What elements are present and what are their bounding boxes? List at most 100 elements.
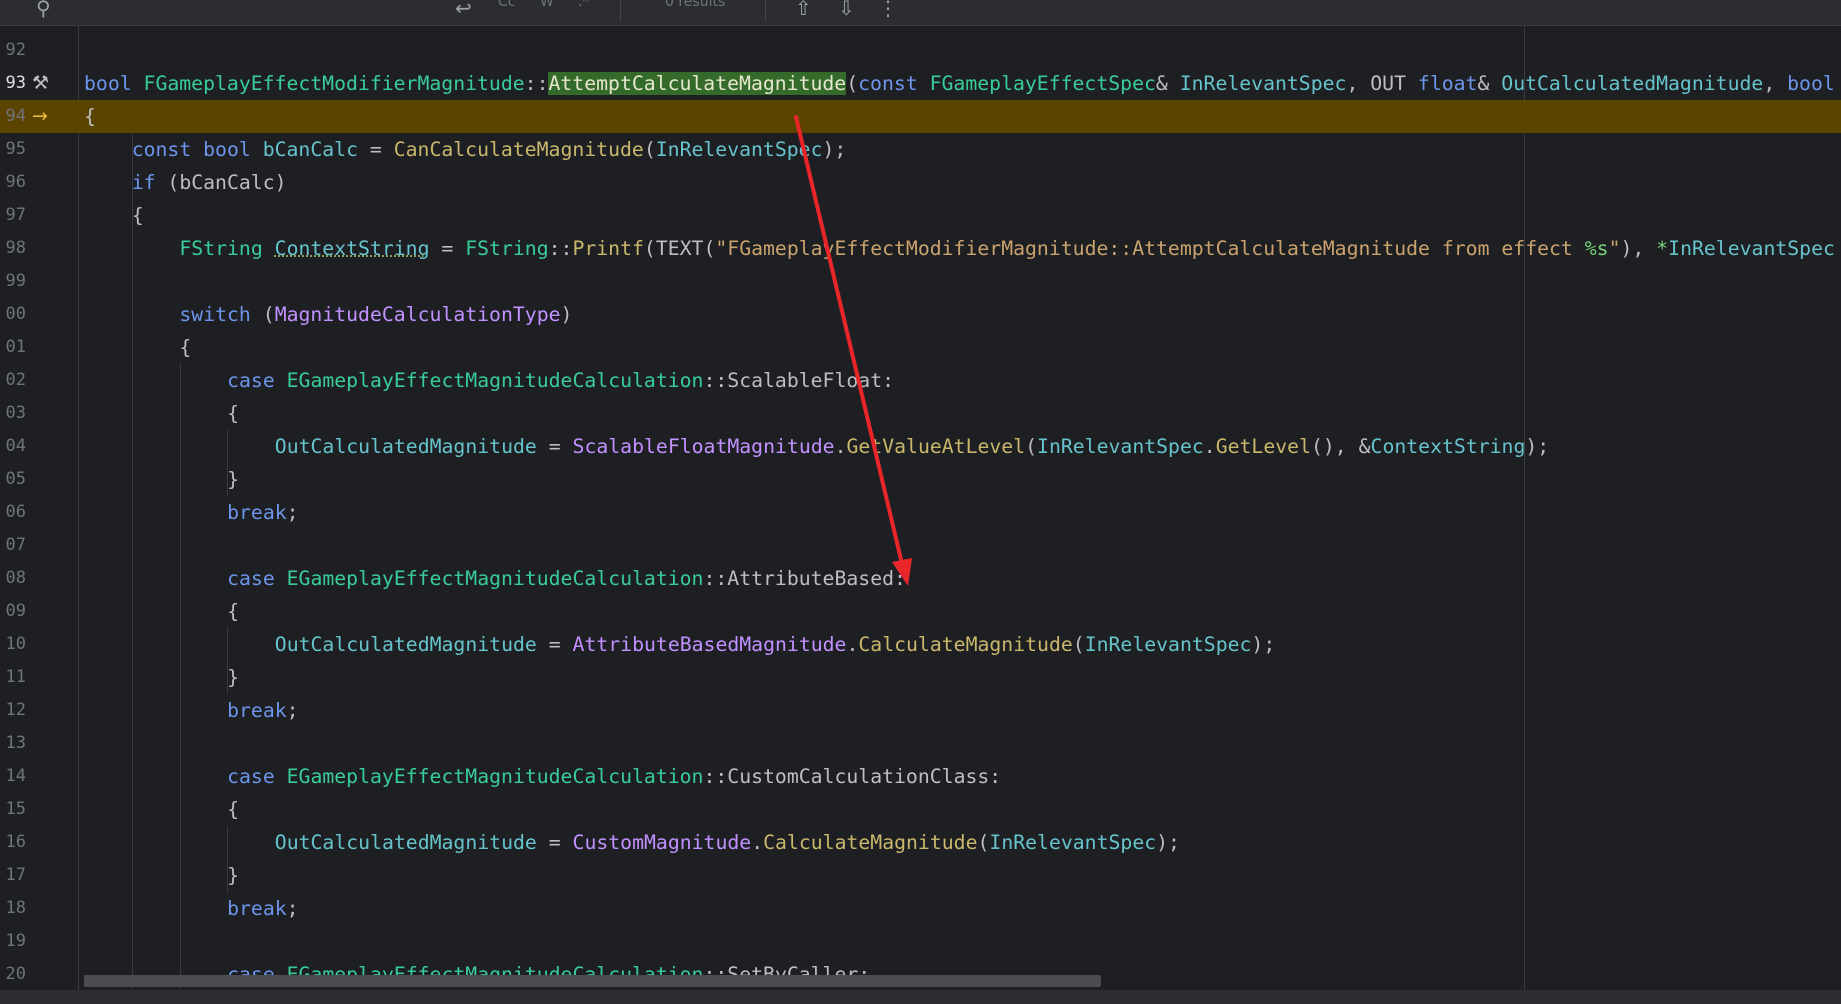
- whole-word-button[interactable]: W: [540, 0, 554, 10]
- code-text[interactable]: switch (MagnitudeCalculationType): [179, 298, 572, 331]
- line-number[interactable]: 12: [0, 694, 26, 727]
- code-line[interactable]: 05}: [0, 463, 1841, 496]
- line-number[interactable]: 02: [0, 364, 26, 397]
- line-number[interactable]: 97: [0, 199, 26, 232]
- code-line[interactable]: 96 if (bCanCalc): [0, 166, 1841, 199]
- line-number[interactable]: 09: [0, 595, 26, 628]
- code-line[interactable]: 13: [0, 727, 1841, 760]
- code-text[interactable]: break;: [227, 892, 298, 925]
- code-line[interactable]: 10 OutCalculatedMagnitude = AttributeBase…: [0, 628, 1841, 661]
- search-icon[interactable]: ⚲: [36, 0, 51, 20]
- line-number[interactable]: 16: [0, 826, 26, 859]
- line-number[interactable]: 92: [0, 34, 26, 67]
- line-number[interactable]: 07: [0, 529, 26, 562]
- code-line[interactable]: 09 {: [0, 595, 1841, 628]
- code-token: CanCalculateMagnitude: [393, 138, 644, 161]
- code-line[interactable]: 95 const bool bCanCalc = CanCalculateMagn…: [0, 133, 1841, 166]
- code-line[interactable]: 93 ⚒ bool FGameplayEffectModifierMagnitude…: [0, 67, 1841, 100]
- line-number[interactable]: 20: [0, 958, 26, 990]
- code-text[interactable]: OutCalculatedMagnitude = ScalableFloatMa…: [275, 430, 1549, 463]
- code-text[interactable]: break;: [227, 496, 298, 529]
- code-token: *: [1656, 237, 1669, 260]
- code-text[interactable]: {: [227, 793, 239, 826]
- code-text[interactable]: {: [227, 397, 239, 430]
- previous-occurrence-icon[interactable]: ⇧: [795, 0, 812, 20]
- code-token: OutCalculatedMagnitude: [274, 435, 537, 458]
- code-text[interactable]: break;: [227, 694, 298, 727]
- code-text[interactable]: bool FGameplayEffectModifierMagnitude::A…: [84, 67, 1835, 100]
- code-text[interactable]: }: [227, 661, 239, 694]
- more-options-icon[interactable]: ⋮: [878, 0, 898, 20]
- replace-icon[interactable]: ↩: [455, 0, 472, 20]
- code-editor[interactable]: 92 93 ⚒ bool FGameplayEffectModifierMagnitu…: [0, 26, 1841, 990]
- line-number[interactable]: 95: [0, 133, 26, 166]
- code-line[interactable]: 17}: [0, 859, 1841, 892]
- line-number[interactable]: 00: [0, 298, 26, 331]
- code-line[interactable]: 18 break;: [0, 892, 1841, 925]
- line-number[interactable]: 94: [0, 100, 26, 133]
- code-text[interactable]: OutCalculatedMagnitude = CustomMagnitude…: [275, 826, 1180, 859]
- line-number[interactable]: 96: [0, 166, 26, 199]
- code-line[interactable]: 00 switch (MagnitudeCalculationType): [0, 298, 1841, 331]
- code-line[interactable]: 04 OutCalculatedMagnitude = ScalableFloat…: [0, 430, 1841, 463]
- code-line[interactable]: 07: [0, 529, 1841, 562]
- code-text[interactable]: const bool bCanCalc = CanCalculateMagnit…: [132, 133, 847, 166]
- code-token: if: [131, 171, 168, 194]
- line-number[interactable]: 01: [0, 331, 26, 364]
- code-text[interactable]: case EGameplayEffectMagnitudeCalculation…: [227, 364, 894, 397]
- code-text[interactable]: case EGameplayEffectMagnitudeCalculation…: [227, 760, 1001, 793]
- code-line[interactable]: 11}: [0, 661, 1841, 694]
- code-token: EGameplayEffectMagnitudeCalculation: [286, 369, 704, 392]
- code-line[interactable]: 98 FString ContextString = FString::Print…: [0, 232, 1841, 265]
- find-toolbar: ⚲ ↩ Cc W .* 0 results ⇧ ⇩ ⋮: [0, 0, 1841, 26]
- execution-arrow-icon[interactable]: →: [32, 100, 48, 133]
- line-number[interactable]: 08: [0, 562, 26, 595]
- code-text[interactable]: }: [227, 859, 239, 892]
- code-line[interactable]: 02 case EGameplayEffectMagnitudeCalculati…: [0, 364, 1841, 397]
- code-text[interactable]: OutCalculatedMagnitude = AttributeBasedM…: [275, 628, 1275, 661]
- code-text[interactable]: FString ContextString = FString::Printf(…: [179, 232, 1835, 265]
- code-text[interactable]: {: [132, 199, 144, 232]
- code-line[interactable]: 06 break;: [0, 496, 1841, 529]
- line-number[interactable]: 10: [0, 628, 26, 661]
- line-number[interactable]: 15: [0, 793, 26, 826]
- code-token: AttributeBasedMagnitude: [572, 633, 847, 656]
- line-number[interactable]: 11: [0, 661, 26, 694]
- code-line[interactable]: 08 case EGameplayEffectMagnitudeCalculati…: [0, 562, 1841, 595]
- code-line[interactable]: 12 break;: [0, 694, 1841, 727]
- code-text[interactable]: }: [227, 463, 239, 496]
- line-number[interactable]: 14: [0, 760, 26, 793]
- line-number[interactable]: 06: [0, 496, 26, 529]
- code-line[interactable]: 99: [0, 265, 1841, 298]
- code-text[interactable]: {: [179, 331, 191, 364]
- code-text[interactable]: {: [84, 100, 96, 133]
- line-number[interactable]: 03: [0, 397, 26, 430]
- code-line[interactable]: 03 {: [0, 397, 1841, 430]
- code-line[interactable]: 16 OutCalculatedMagnitude = CustomMagnitu…: [0, 826, 1841, 859]
- hammer-icon[interactable]: ⚒: [32, 67, 49, 100]
- code-text[interactable]: {: [227, 595, 239, 628]
- line-number[interactable]: 17: [0, 859, 26, 892]
- code-line[interactable]: 15 {: [0, 793, 1841, 826]
- line-number[interactable]: 18: [0, 892, 26, 925]
- code-line[interactable]: 94 → {: [0, 100, 1841, 133]
- horizontal-scrollbar[interactable]: [84, 975, 1101, 987]
- line-number[interactable]: 13: [0, 727, 26, 760]
- line-number[interactable]: 19: [0, 925, 26, 958]
- code-line[interactable]: 92: [0, 34, 1841, 67]
- next-occurrence-icon[interactable]: ⇩: [838, 0, 855, 20]
- line-number[interactable]: 93: [0, 67, 26, 100]
- regex-button[interactable]: .*: [578, 0, 589, 10]
- code-line[interactable]: 14 case EGameplayEffectMagnitudeCalculati…: [0, 760, 1841, 793]
- line-number[interactable]: 98: [0, 232, 26, 265]
- code-text[interactable]: if (bCanCalc): [132, 166, 287, 199]
- line-number[interactable]: 05: [0, 463, 26, 496]
- code-line[interactable]: 97 {: [0, 199, 1841, 232]
- line-number[interactable]: 04: [0, 430, 26, 463]
- match-case-button[interactable]: Cc: [498, 0, 515, 10]
- line-number[interactable]: 99: [0, 265, 26, 298]
- code-line[interactable]: 19: [0, 925, 1841, 958]
- code-token: const: [858, 72, 930, 95]
- code-line[interactable]: 01 {: [0, 331, 1841, 364]
- code-text[interactable]: case EGameplayEffectMagnitudeCalculation…: [227, 562, 906, 595]
